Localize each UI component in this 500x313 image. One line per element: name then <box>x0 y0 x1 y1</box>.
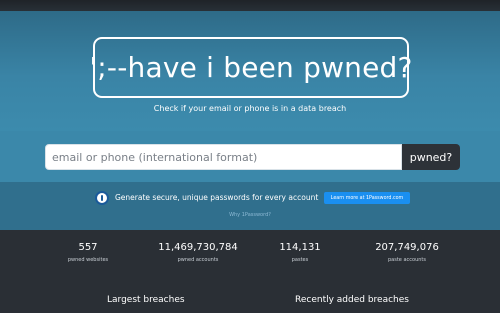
site-logo-text: ';--have i been pwned? <box>89 51 413 84</box>
site-logo[interactable]: ';--have i been pwned? <box>89 37 413 98</box>
stat-pastes: 114,131 pastes <box>270 242 330 263</box>
stat-label: pwned websites <box>67 257 109 263</box>
search-input[interactable] <box>45 144 402 170</box>
stat-label: paste accounts <box>388 257 426 263</box>
stat-pwned-accounts: 11,469,730,784 pwned accounts <box>148 242 248 263</box>
stat-value: 207,749,076 <box>375 242 439 253</box>
password-manager-promo: Generate secure, unique passwords for ev… <box>0 182 500 230</box>
stat-value: 557 <box>78 242 98 253</box>
pwned-search-button[interactable]: pwned? <box>402 144 460 170</box>
stat-value: 11,469,730,784 <box>158 242 238 253</box>
why-1password-link[interactable]: Why 1Password? <box>0 212 500 218</box>
stat-paste-accounts: 207,749,076 paste accounts <box>367 242 447 263</box>
recently-added-breaches-heading: Recently added breaches <box>295 295 409 305</box>
1password-icon <box>95 191 109 205</box>
learn-more-button[interactable]: Learn more at 1Password.com <box>324 192 410 204</box>
stats-section: 557 pwned websites 11,469,730,784 pwned … <box>0 230 500 313</box>
tagline: Check if your email or phone is in a dat… <box>153 104 347 113</box>
stat-label: pwned accounts <box>177 257 219 263</box>
stat-pwned-websites: 557 pwned websites <box>58 242 118 263</box>
promo-text: Generate secure, unique passwords for ev… <box>115 193 319 202</box>
stat-value: 114,131 <box>279 242 321 253</box>
hero-banner: ';--have i been pwned? Check if your ema… <box>0 11 500 131</box>
top-nav-bar <box>0 0 500 11</box>
stat-label: pastes <box>291 257 309 263</box>
largest-breaches-heading: Largest breaches <box>107 295 185 305</box>
search-section: pwned? <box>0 131 500 182</box>
